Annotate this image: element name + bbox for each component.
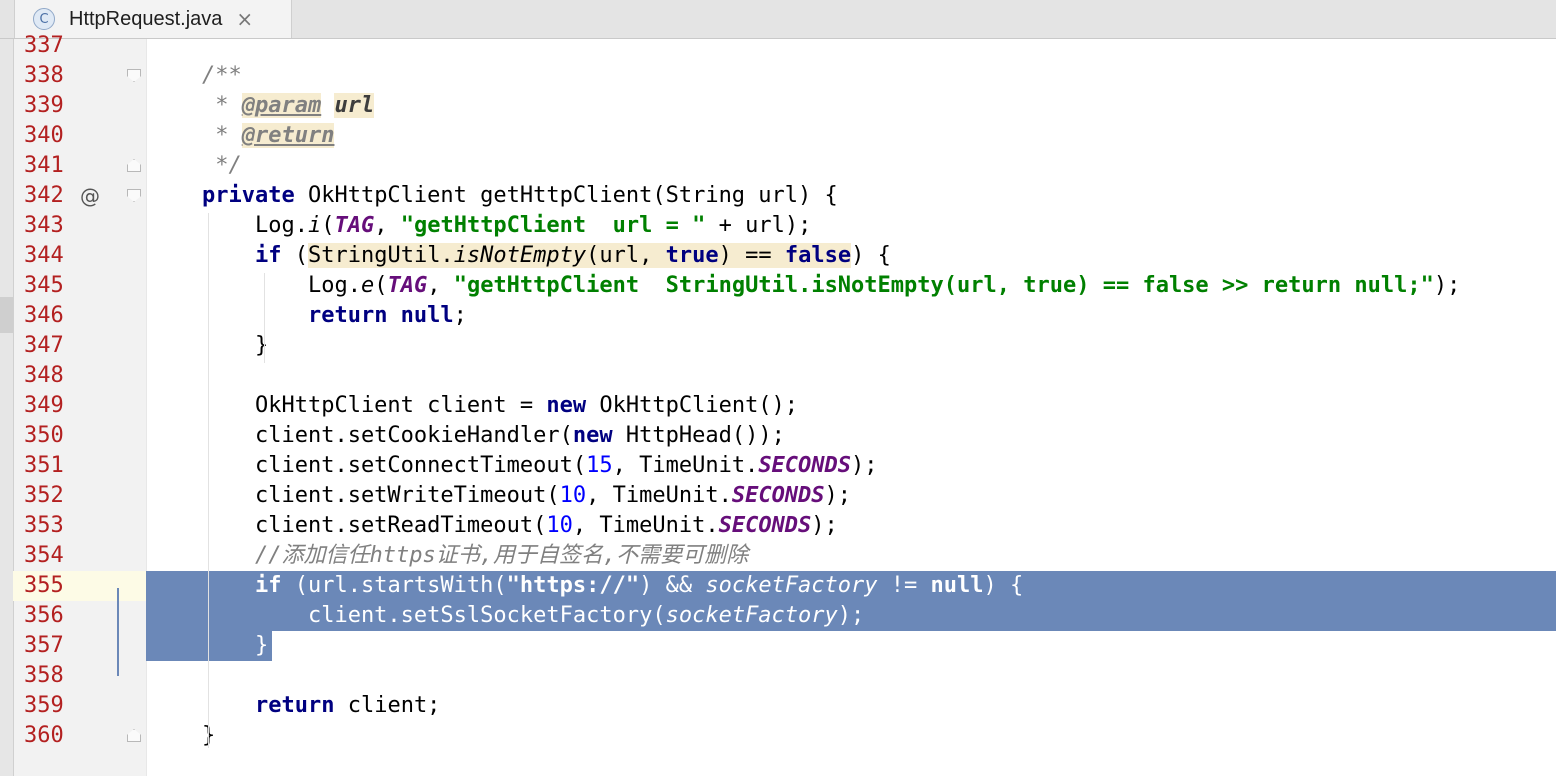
line-number: 360 [24, 723, 64, 748]
code-text[interactable]: client.setReadTimeout(10, TimeUnit.SECON… [146, 511, 1556, 541]
code-text[interactable]: private OkHttpClient getHttpClient(Strin… [146, 181, 1556, 211]
code-text[interactable]: */ [146, 151, 1556, 181]
code-line[interactable]: 350 client.setCookieHandler(new HttpHead… [0, 421, 1556, 451]
line-number: 337 [24, 33, 64, 58]
code-text[interactable]: return client; [146, 691, 1556, 721]
code-text[interactable]: Log.e(TAG, "getHttpClient StringUtil.isN… [146, 271, 1556, 301]
code-text[interactable]: } [146, 721, 1556, 751]
line-number: 349 [24, 393, 64, 418]
code-line[interactable]: 344 if (StringUtil.isNotEmpty(url, true)… [0, 241, 1556, 271]
line-number: 344 [24, 243, 64, 268]
close-icon[interactable]: × [236, 7, 253, 31]
line-number: 355 [24, 573, 64, 598]
code-line[interactable]: 358 [0, 661, 1556, 691]
code-line[interactable]: 346 return null; [0, 301, 1556, 331]
line-number: 342 [24, 183, 64, 208]
code-text[interactable] [146, 661, 1556, 691]
line-number: 347 [24, 333, 64, 358]
indent-guide [264, 273, 265, 363]
code-line[interactable]: 339 * @param url [0, 91, 1556, 121]
code-line[interactable]: 356 client.setSslSocketFactory(socketFac… [0, 601, 1556, 631]
code-text[interactable]: client.setCookieHandler(new HttpHead()); [146, 421, 1556, 451]
code-line[interactable]: 354 //添加信任https证书,用于自签名,不需要可删除 [0, 541, 1556, 571]
fold-icon[interactable] [127, 69, 141, 82]
code-text[interactable] [146, 361, 1556, 391]
code-editor[interactable]: 337 338 /** 339 * @param url 340 * @retu… [0, 31, 1556, 751]
code-text-selected[interactable]: } [146, 631, 1556, 661]
line-number: 348 [24, 363, 64, 388]
code-line[interactable]: 351 client.setConnectTimeout(15, TimeUni… [0, 451, 1556, 481]
line-number: 358 [24, 663, 64, 688]
line-number: 353 [24, 513, 64, 538]
code-line[interactable]: 340 * @return [0, 121, 1556, 151]
line-number: 345 [24, 273, 64, 298]
code-line[interactable]: 357 } [0, 631, 1556, 661]
code-line[interactable]: 348 [0, 361, 1556, 391]
code-text[interactable] [146, 31, 1556, 61]
code-text[interactable]: return null; [146, 301, 1556, 331]
code-comment[interactable]: //添加信任https证书,用于自签名,不需要可删除 [146, 541, 1556, 571]
code-line[interactable]: 338 /** [0, 61, 1556, 91]
line-number: 352 [24, 483, 64, 508]
code-line[interactable]: 349 OkHttpClient client = new OkHttpClie… [0, 391, 1556, 421]
line-number: 350 [24, 423, 64, 448]
line-number: 357 [24, 633, 64, 658]
code-text[interactable]: * @return [146, 121, 1556, 151]
code-text[interactable]: client.setConnectTimeout(15, TimeUnit.SE… [146, 451, 1556, 481]
code-text[interactable]: if (StringUtil.isNotEmpty(url, true) == … [146, 241, 1556, 271]
code-line[interactable]: 345 Log.e(TAG, "getHttpClient StringUtil… [0, 271, 1556, 301]
code-text[interactable]: Log.i(TAG, "getHttpClient url = " + url)… [146, 211, 1556, 241]
line-number: 339 [24, 93, 64, 118]
line-number: 351 [24, 453, 64, 478]
code-text-selected[interactable]: if (url.startsWith("https://") && socket… [146, 571, 1556, 601]
indent-guide [208, 213, 209, 748]
line-number: 354 [24, 543, 64, 568]
code-text-selected[interactable]: client.setSslSocketFactory(socketFactory… [146, 601, 1556, 631]
code-line[interactable]: 342 @ private OkHttpClient getHttpClient… [0, 181, 1556, 211]
line-number: 341 [24, 153, 64, 178]
line-number: 346 [24, 303, 64, 328]
code-line[interactable]: 352 client.setWriteTimeout(10, TimeUnit.… [0, 481, 1556, 511]
line-number: 356 [24, 603, 64, 628]
code-text[interactable]: /** [146, 61, 1556, 91]
override-marker-icon[interactable]: @ [80, 181, 100, 211]
code-line[interactable]: 360 } [0, 721, 1556, 751]
fold-icon[interactable] [127, 729, 141, 742]
fold-icon[interactable] [127, 159, 141, 172]
code-line[interactable]: 353 client.setReadTimeout(10, TimeUnit.S… [0, 511, 1556, 541]
java-class-icon: C [33, 8, 55, 30]
vcs-change-marker[interactable] [117, 588, 119, 676]
code-line[interactable]: 341 */ [0, 151, 1556, 181]
code-text[interactable]: * @param url [146, 91, 1556, 121]
code-line[interactable]: 337 [0, 31, 1556, 61]
code-text[interactable]: client.setWriteTimeout(10, TimeUnit.SECO… [146, 481, 1556, 511]
line-number: 340 [24, 123, 64, 148]
line-number: 359 [24, 693, 64, 718]
line-number: 343 [24, 213, 64, 238]
code-line[interactable]: 347 } [0, 331, 1556, 361]
code-line[interactable]: 343 Log.i(TAG, "getHttpClient url = " + … [0, 211, 1556, 241]
tab-filename: HttpRequest.java [69, 7, 223, 30]
code-line[interactable]: 359 return client; [0, 691, 1556, 721]
code-line-current[interactable]: 355 if (url.startsWith("https://") && so… [0, 571, 1556, 601]
line-number: 338 [24, 63, 64, 88]
fold-icon[interactable] [127, 189, 141, 202]
code-text[interactable]: } [146, 331, 1556, 361]
code-text[interactable]: OkHttpClient client = new OkHttpClient()… [146, 391, 1556, 421]
